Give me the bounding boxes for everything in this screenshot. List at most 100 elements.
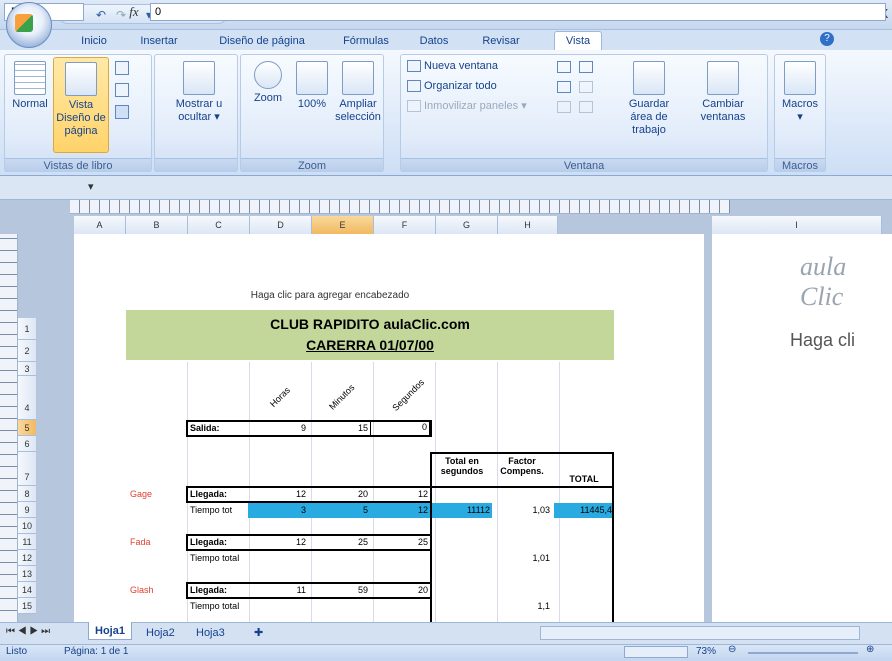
llegada-segundos[interactable]: 12 <box>370 489 428 499</box>
header-placeholder[interactable]: Haga clic para agregar encabezado <box>230 290 430 301</box>
col-header-g[interactable]: G <box>436 216 498 234</box>
llegada-label[interactable]: Llegada: <box>190 585 227 595</box>
custom-views-icon[interactable] <box>115 83 129 97</box>
sheet-subtitle[interactable]: CARERRA 01/07/00 <box>126 337 614 353</box>
racer-name[interactable]: Fada <box>130 537 151 547</box>
page2-header-placeholder[interactable]: Haga cli <box>790 330 855 351</box>
full-screen-icon[interactable] <box>115 105 129 119</box>
factor-value[interactable]: 1,01 <box>494 553 550 563</box>
row-header-15[interactable]: 15 <box>18 598 36 614</box>
sheet-tab-hoja1[interactable]: Hoja1 <box>88 622 132 640</box>
col-header-b[interactable]: B <box>126 216 188 234</box>
row-header-6[interactable]: 6 <box>18 436 36 452</box>
insert-sheet-icon[interactable]: ✚ <box>248 624 269 642</box>
col-header-c[interactable]: C <box>188 216 250 234</box>
tiempo-segundos[interactable]: 12 <box>370 505 428 515</box>
sheet-nav-arrows-icon[interactable]: ⏮ ◀ ▶ ⏭ <box>6 626 50 637</box>
sync-scroll-icon[interactable] <box>579 81 593 93</box>
tiempo-label[interactable]: Tiempo tot <box>190 505 232 515</box>
salida-minutos[interactable]: 15 <box>310 423 368 433</box>
zoom-slider[interactable] <box>748 652 858 654</box>
header-total-segundos[interactable]: Total en segundos <box>434 456 490 476</box>
col-header-e[interactable]: E <box>312 216 374 234</box>
llegada-minutos[interactable]: 20 <box>310 489 368 499</box>
show-hide-button[interactable]: Mostrar u ocultar ▾ <box>173 57 225 153</box>
llegada-label[interactable]: Llegada: <box>190 537 227 547</box>
fx-icon[interactable]: fx <box>122 3 146 21</box>
selected-cell-e5[interactable]: 0 <box>370 421 430 436</box>
llegada-segundos[interactable]: 25 <box>370 537 428 547</box>
view-buttons[interactable] <box>624 646 688 658</box>
tab-vista[interactable]: Vista <box>554 31 602 51</box>
zoom-out-icon[interactable]: ⊖ <box>728 644 736 655</box>
row-header-8[interactable]: 8 <box>18 486 36 502</box>
formula-input[interactable]: 0 <box>150 3 886 21</box>
help-icon[interactable]: ? <box>820 32 834 46</box>
sheet-title[interactable]: CLUB RAPIDITO aulaClic.com <box>126 316 614 332</box>
tab-datos[interactable]: Datos <box>414 32 454 50</box>
arrange-all-button[interactable]: Organizar todo <box>407 77 497 95</box>
total-value[interactable]: 11445,4 <box>554 505 612 515</box>
tab-insertar[interactable]: Insertar <box>134 32 184 50</box>
tiempo-label[interactable]: Tiempo total <box>190 553 239 563</box>
row-header-1[interactable]: 1 <box>18 318 36 340</box>
side-by-side-icon[interactable] <box>579 61 593 73</box>
switch-windows-button[interactable]: Cambiar ventanas <box>693 57 753 153</box>
row-header-10[interactable]: 10 <box>18 518 36 534</box>
row-header-13[interactable]: 13 <box>18 566 36 582</box>
col-header-a[interactable]: A <box>74 216 126 234</box>
row-header-11[interactable]: 11 <box>18 534 36 550</box>
zoom-in-icon[interactable]: ⊕ <box>866 644 874 655</box>
header-total[interactable]: TOTAL <box>556 474 612 484</box>
zoom-selection-button[interactable]: Ampliar selección <box>333 57 383 153</box>
tiempo-horas[interactable]: 3 <box>248 505 306 515</box>
row-header-7[interactable]: 7 <box>18 452 36 486</box>
row-header-3[interactable]: 3 <box>18 362 36 376</box>
col-header-h[interactable]: H <box>498 216 558 234</box>
row-header-2[interactable]: 2 <box>18 340 36 362</box>
sheet-tab-hoja2[interactable]: Hoja2 <box>140 624 181 642</box>
horizontal-scrollbar[interactable] <box>540 626 860 640</box>
col-header-i[interactable]: I <box>712 216 882 234</box>
zoom-button[interactable]: Zoom <box>245 57 291 153</box>
salida-label[interactable]: Salida: <box>190 423 220 433</box>
llegada-horas[interactable]: 12 <box>248 489 306 499</box>
header-factor[interactable]: Factor Compens. <box>494 456 550 476</box>
macros-button[interactable]: Macros ▾ <box>777 57 823 153</box>
freeze-panes-button[interactable]: Inmovilizar paneles ▾ <box>407 97 527 115</box>
llegada-segundos[interactable]: 20 <box>370 585 428 595</box>
row-header-5[interactable]: 5 <box>18 420 36 436</box>
save-workspace-button[interactable]: Guardar área de trabajo <box>619 57 679 153</box>
tiempo-label[interactable]: Tiempo total <box>190 601 239 611</box>
row-header-14[interactable]: 14 <box>18 582 36 598</box>
zoom-100-button[interactable]: 100% <box>289 57 335 153</box>
name-box-dropdown-icon[interactable]: ▾ <box>88 180 94 193</box>
racer-name[interactable]: Gage <box>130 489 152 499</box>
unhide-window-icon[interactable] <box>557 101 571 113</box>
tab-revisar[interactable]: Revisar <box>476 32 526 50</box>
hide-window-icon[interactable] <box>557 81 571 93</box>
normal-view-button[interactable]: Normal <box>7 57 53 153</box>
tab-diseno-pagina[interactable]: Diseño de página <box>212 32 312 50</box>
total-segundos-value[interactable]: 11112 <box>432 505 490 515</box>
llegada-label[interactable]: Llegada: <box>190 489 227 499</box>
reset-position-icon[interactable] <box>579 101 593 113</box>
tab-inicio[interactable]: Inicio <box>74 32 114 50</box>
salida-horas[interactable]: 9 <box>248 423 306 433</box>
row-header-9[interactable]: 9 <box>18 502 36 518</box>
page-layout-view-button[interactable]: Vista Diseño de página <box>53 57 109 153</box>
row-header-4[interactable]: 4 <box>18 376 36 420</box>
sheet-tab-hoja3[interactable]: Hoja3 <box>190 624 231 642</box>
row-header-12[interactable]: 12 <box>18 550 36 566</box>
col-header-f[interactable]: F <box>374 216 436 234</box>
factor-value[interactable]: 1,03 <box>494 505 550 515</box>
tab-formulas[interactable]: Fórmulas <box>336 32 396 50</box>
factor-value[interactable]: 1,1 <box>494 601 550 611</box>
page-break-icon[interactable] <box>115 61 129 75</box>
llegada-horas[interactable]: 11 <box>248 585 306 595</box>
tiempo-minutos[interactable]: 5 <box>310 505 368 515</box>
new-window-button[interactable]: Nueva ventana <box>407 57 498 75</box>
col-header-d[interactable]: D <box>250 216 312 234</box>
llegada-minutos[interactable]: 59 <box>310 585 368 595</box>
racer-name[interactable]: Glash <box>130 585 154 595</box>
